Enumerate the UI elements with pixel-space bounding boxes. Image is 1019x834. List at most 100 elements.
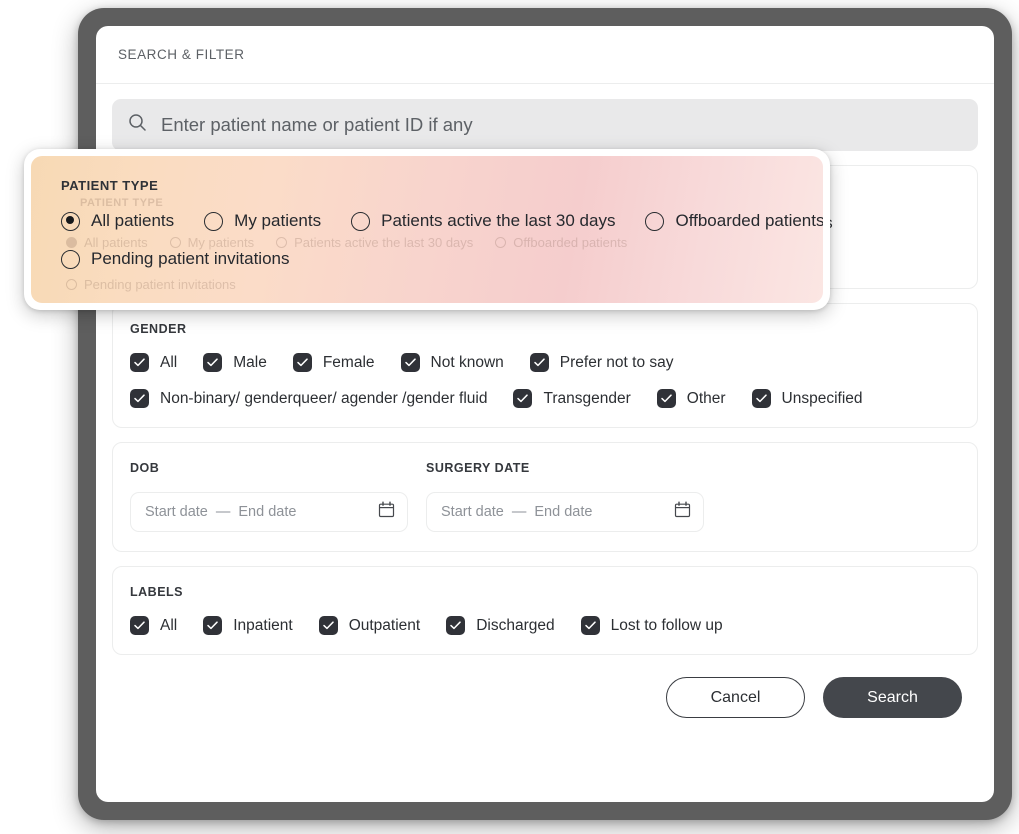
checkbox-option-label-inpatient[interactable]: Inpatient	[203, 616, 293, 635]
labels-options-row: All Inpatient Outpatient Discharged Lost…	[130, 616, 960, 635]
checkbox-option-gender-transgender[interactable]: Transgender	[513, 389, 631, 408]
ghost-radio-icon	[495, 237, 507, 248]
magnifier-content: PATIENT TYPE All patients My patients Pati…	[31, 156, 823, 303]
surgery-range-separator: —	[511, 504, 527, 520]
surgery-end-placeholder: End date	[534, 504, 593, 520]
checkbox-label: Prefer not to say	[559, 353, 674, 371]
check-icon	[203, 616, 223, 635]
checkbox-label: Discharged	[476, 616, 555, 634]
checkbox-label: Non-binary/ genderqueer/ agender /gender…	[160, 389, 488, 407]
check-icon	[400, 353, 420, 372]
checkbox-option-label-lost-to-follow-up[interactable]: Lost to follow up	[580, 616, 723, 635]
page-title: SEARCH & FILTER	[118, 47, 245, 62]
checkbox-option-gender-female[interactable]: Female	[292, 353, 375, 372]
dialog-header: SEARCH & FILTER	[96, 26, 994, 84]
screenshot-root: SEARCH & FILTER Enter patient name or pa…	[0, 0, 1019, 834]
check-icon	[529, 353, 549, 372]
labels-card: LABELS All Inpatient Outpatient Discharg…	[112, 566, 978, 655]
gender-options-row-2: Non-binary/ genderqueer/ agender /gender…	[130, 389, 960, 408]
checkbox-option-gender-non-binary[interactable]: Non-binary/ genderqueer/ agender /gender…	[130, 389, 487, 408]
gender-card: GENDER All Male Female Not known Prefer …	[112, 303, 978, 428]
magnified-radio-offboarded-patients[interactable]: Offboarded patients	[645, 211, 823, 231]
dates-card: DOB Start date — End date SURGERY DATE S…	[112, 442, 978, 552]
dob-field-group: DOB Start date — End date	[130, 461, 408, 532]
check-icon	[318, 616, 338, 635]
checkbox-label: Not known	[430, 353, 504, 371]
surgery-date-title: SURGERY DATE	[426, 461, 530, 475]
check-icon	[513, 389, 533, 408]
radio-label: My patients	[234, 211, 322, 230]
check-icon	[580, 616, 600, 635]
check-icon	[130, 616, 149, 635]
labels-title: LABELS	[130, 585, 183, 599]
radio-label: Pending patient invitations	[91, 249, 290, 268]
radio-label: Offboarded patients	[675, 211, 823, 230]
check-icon	[203, 353, 223, 372]
check-icon	[446, 616, 466, 635]
gender-options-row-1: All Male Female Not known Prefer not to …	[130, 353, 960, 372]
check-icon	[292, 353, 312, 372]
check-icon	[751, 389, 771, 408]
ghost-radio-icon	[66, 279, 77, 290]
checkbox-option-label-all[interactable]: All	[130, 616, 177, 635]
check-icon	[130, 353, 149, 372]
checkbox-label: Male	[233, 353, 267, 371]
dob-date-range-input[interactable]: Start date — End date	[130, 492, 408, 532]
checkbox-option-gender-all[interactable]: All	[130, 353, 177, 372]
dialog-footer: Cancel Search	[112, 655, 978, 718]
radio-icon	[204, 211, 224, 231]
search-input[interactable]: Enter patient name or patient ID if any	[112, 99, 978, 151]
checkbox-label: Female	[322, 353, 375, 371]
gender-title: GENDER	[130, 322, 187, 336]
surgery-date-range-input[interactable]: Start date — End date	[426, 492, 704, 532]
magnified-radio-all-patients[interactable]: All patients	[61, 211, 174, 231]
ghost-radio-icon	[169, 237, 181, 248]
dob-title: DOB	[130, 461, 160, 475]
checkbox-option-gender-prefer-not-to-say[interactable]: Prefer not to say	[529, 353, 674, 372]
magnified-radio-pending-patient-invitations[interactable]: Pending patient invitations	[61, 249, 289, 269]
radio-icon	[351, 211, 371, 231]
magnifier-patient-type-title: PATIENT TYPE	[61, 178, 159, 193]
magnifier-options-row-1: All patients My patients Patients active…	[61, 211, 823, 231]
search-filter-dialog: SEARCH & FILTER Enter patient name or pa…	[96, 26, 994, 802]
check-icon	[130, 389, 149, 408]
checkbox-option-gender-unspecified[interactable]: Unspecified	[751, 389, 863, 408]
magnifier-options-row-2: Pending patient invitations	[61, 249, 823, 269]
search-placeholder-text: Enter patient name or patient ID if any	[161, 114, 473, 135]
patient-type-magnifier-overlay: PATIENT TYPE All patients My patients Pati…	[24, 149, 830, 310]
checkbox-label: Outpatient	[348, 616, 421, 634]
ghost-patient-type-row-1: All patients My patients Patients active t…	[66, 235, 627, 250]
dob-range-separator: —	[215, 504, 231, 520]
dob-end-placeholder: End date	[238, 504, 297, 520]
search-icon	[128, 113, 147, 137]
checkbox-label: Lost to follow up	[610, 616, 723, 634]
radio-label: Patients active the last 30 days	[381, 211, 616, 230]
check-icon	[656, 389, 676, 408]
ghost-patient-type-row-2: Pending patient invitations	[66, 277, 236, 292]
ghost-radio-icon	[66, 237, 77, 248]
surgery-start-placeholder: Start date	[441, 504, 504, 520]
magnified-radio-my-patients[interactable]: My patients	[204, 211, 321, 231]
checkbox-label: All	[160, 616, 178, 634]
radio-icon	[61, 249, 80, 269]
ghost-patient-type-title: PATIENT TYPE	[80, 197, 164, 209]
checkbox-option-label-discharged[interactable]: Discharged	[446, 616, 555, 635]
checkbox-option-gender-not-known[interactable]: Not known	[400, 353, 504, 372]
calendar-icon[interactable]	[378, 501, 395, 523]
radio-label: All patients	[91, 211, 175, 230]
checkbox-option-gender-male[interactable]: Male	[203, 353, 267, 372]
search-button[interactable]: Search	[823, 677, 962, 718]
checkbox-option-label-outpatient[interactable]: Outpatient	[318, 616, 421, 635]
magnified-radio-active-last-30-days[interactable]: Patients active the last 30 days	[351, 211, 615, 231]
checkbox-label: Other	[686, 389, 726, 407]
checkbox-label: Transgender	[543, 389, 631, 407]
calendar-icon[interactable]	[674, 501, 691, 523]
checkbox-label: Unspecified	[781, 389, 863, 407]
surgery-date-field-group: SURGERY DATE Start date — End date	[426, 461, 704, 532]
dob-start-placeholder: Start date	[145, 504, 208, 520]
cancel-button[interactable]: Cancel	[666, 677, 805, 718]
radio-icon	[61, 211, 80, 231]
checkbox-option-gender-other[interactable]: Other	[656, 389, 726, 408]
radio-icon	[645, 211, 665, 231]
checkbox-label: Inpatient	[233, 616, 293, 634]
